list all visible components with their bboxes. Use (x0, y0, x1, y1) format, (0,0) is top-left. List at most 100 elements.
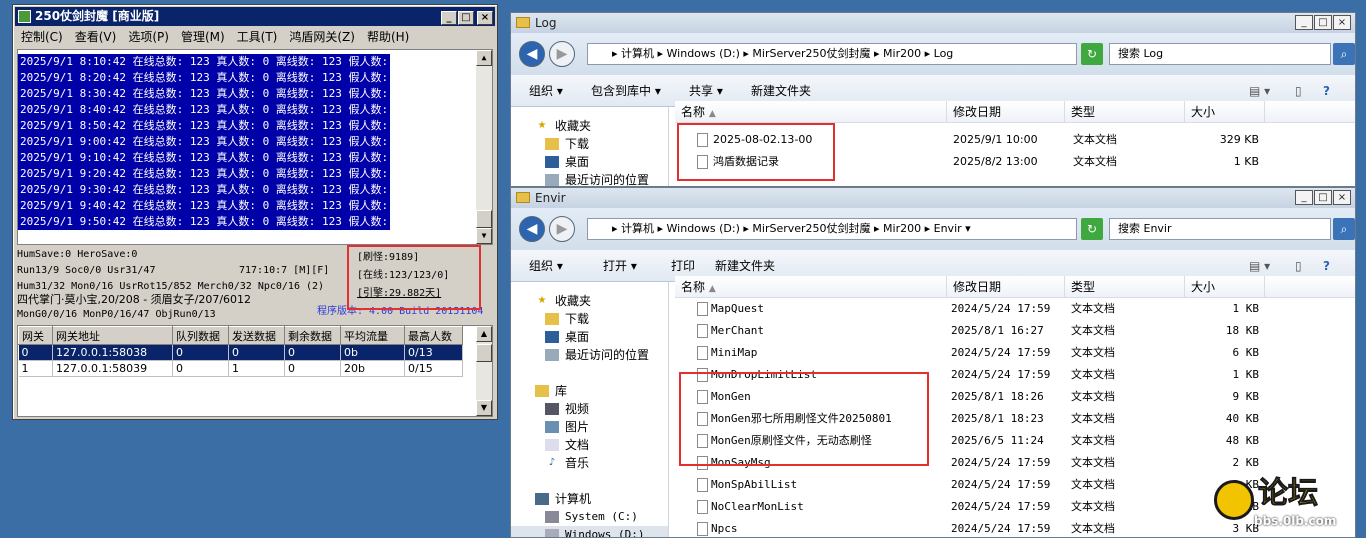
col-queue[interactable]: 队列数据 (172, 326, 229, 345)
close-button[interactable]: × (1333, 15, 1351, 30)
table-row[interactable]: 0 127.0.0.1:58038 0 0 0 0b 0/13 (18, 344, 463, 361)
nav-drive-c[interactable]: System (C:) (511, 508, 668, 526)
file-row[interactable]: MapQuest 2024/5/24 17:59 文本文档 1 KB (675, 298, 1295, 320)
computer-icon (535, 493, 549, 505)
nav-pictures[interactable]: 图片 (511, 418, 668, 436)
col-type[interactable]: 类型 (1065, 101, 1185, 123)
col-date[interactable]: 修改日期 (947, 101, 1065, 123)
col-name[interactable]: 名称 ▲ (675, 101, 947, 123)
col-date[interactable]: 修改日期 (947, 276, 1065, 298)
pictures-icon (545, 421, 559, 433)
file-row[interactable]: MonSpAbilList2024/5/24 17:59文本文档1 KB (675, 474, 1295, 496)
menu-help[interactable]: 帮助(H) (361, 27, 415, 47)
col-size[interactable]: 大小 (1185, 101, 1265, 123)
col-name[interactable]: 名称 ▲ (675, 276, 947, 298)
organize-button[interactable]: 组织 ▾ (529, 75, 563, 107)
address-input[interactable]: ▸ 计算机 ▸ Windows (D:) ▸ MirServer250仗剑封魔 … (587, 43, 1077, 65)
minimize-button[interactable]: _ (1295, 15, 1313, 30)
log-scrollbar[interactable]: ▲ ▼ (476, 50, 492, 244)
col-gateway[interactable]: 网关 (18, 326, 53, 345)
nav-recent[interactable]: 最近访问的位置 (511, 171, 668, 186)
nav-label: 库 (555, 384, 568, 398)
back-icon[interactable]: ◀ (519, 216, 545, 242)
scroll-up-button[interactable]: ▲ (476, 50, 492, 66)
nav-recent[interactable]: 最近访问的位置 (511, 346, 668, 364)
menu-view[interactable]: 查看(V) (69, 27, 123, 47)
file-date: 2025/8/1 18:26 (951, 390, 1044, 403)
col-remaining[interactable]: 剩余数据 (284, 326, 341, 345)
file-row[interactable]: NoClearMonList2024/5/24 17:59文本文档1 KB (675, 496, 1295, 518)
gateway-scrollbar[interactable]: ▲ ▼ (476, 326, 492, 416)
address-input[interactable]: ▸ 计算机 ▸ Windows (D:) ▸ MirServer250仗剑封魔 … (587, 218, 1077, 240)
nav-favorites[interactable]: ★ 收藏夹 (511, 117, 668, 135)
open-button[interactable]: 打开 ▾ (603, 250, 637, 282)
forward-icon[interactable]: ▶ (549, 41, 575, 67)
minimize-button[interactable]: _ (441, 11, 457, 25)
menu-tools[interactable]: 工具(T) (231, 27, 284, 47)
scroll-down-button[interactable]: ▼ (476, 228, 492, 244)
file-date: 2024/5/24 17:59 (951, 500, 1051, 513)
scroll-down-button[interactable]: ▼ (476, 400, 492, 416)
search-input[interactable]: 搜索 Envir (1109, 218, 1331, 240)
nav-desktop[interactable]: 桌面 (511, 328, 668, 346)
sort-asc-icon: ▲ (708, 284, 716, 294)
gateway-table[interactable]: 网关 网关地址 队列数据 发送数据 剩余数据 平均流量 最高人数 0 127.0… (17, 325, 493, 417)
scroll-thumb[interactable] (476, 210, 492, 228)
refresh-icon[interactable]: ↻ (1081, 43, 1103, 65)
nav-libraries[interactable]: 库 (511, 382, 668, 400)
nav-favorites[interactable]: ★ 收藏夹 (511, 292, 668, 310)
app-icon (18, 10, 31, 23)
scroll-thumb[interactable] (476, 344, 492, 362)
maximize-button[interactable]: □ (1314, 15, 1332, 30)
status-mong: MonG0/0/16 MonP0/16/47 ObjRun0/13 (17, 309, 216, 320)
col-sent[interactable]: 发送数据 (228, 326, 285, 345)
minimize-button[interactable]: _ (1295, 190, 1313, 205)
log-list[interactable]: 2025/9/1 8:10:42 在线总数: 123 真人数: 0 离线数: 1… (17, 49, 493, 245)
menu-gateway[interactable]: 鸿盾网关(Z) (283, 27, 361, 47)
col-max-users[interactable]: 最高人数 (404, 326, 463, 345)
col-type[interactable]: 类型 (1065, 276, 1185, 298)
mascot-icon (1214, 480, 1254, 520)
col-address[interactable]: 网关地址 (52, 326, 173, 345)
nav-downloads[interactable]: 下载 (511, 310, 668, 328)
table-row[interactable]: 1 127.0.0.1:58039 0 1 0 20b 0/15 (18, 360, 463, 377)
back-icon[interactable]: ◀ (519, 41, 545, 67)
col-avg-traffic[interactable]: 平均流量 (340, 326, 405, 345)
file-row[interactable]: Npcs 2024/5/24 17:59 文本文档 3 KB (675, 518, 1295, 537)
close-button[interactable]: × (1333, 190, 1351, 205)
search-input[interactable]: 搜索 Log (1109, 43, 1331, 65)
include-library-button[interactable]: 包含到库中 ▾ (591, 75, 661, 107)
log-line: 2025/9/1 9:40:42 在线总数: 123 真人数: 0 离线数: 1… (18, 198, 402, 214)
col-size[interactable]: 大小 (1185, 276, 1265, 298)
menu-control[interactable]: 控制(C) (15, 27, 69, 47)
close-button[interactable]: × (477, 11, 493, 25)
nav-downloads[interactable]: 下载 (511, 135, 668, 153)
maximize-button[interactable]: □ (458, 11, 474, 25)
search-icon[interactable]: ⌕ (1333, 218, 1355, 240)
nav-videos[interactable]: 视频 (511, 400, 668, 418)
refresh-icon[interactable]: ↻ (1081, 218, 1103, 240)
nav-music[interactable]: ♪ 音乐 (511, 454, 668, 472)
file-row[interactable]: MiniMap 2024/5/24 17:59 文本文档 6 KB (675, 342, 1295, 364)
organize-button[interactable]: 组织 ▾ (529, 250, 563, 282)
maximize-button[interactable]: □ (1314, 190, 1332, 205)
downloads-icon (545, 313, 559, 325)
nav-desktop[interactable]: 桌面 (511, 153, 668, 171)
nav-drive-d[interactable]: Windows (D:) (511, 526, 668, 537)
nav-computer[interactable]: 计算机 (511, 490, 668, 508)
file-type: 文本文档 (1071, 368, 1115, 381)
folder-icon (516, 192, 530, 203)
file-date: 2025/6/5 11:24 (951, 434, 1044, 447)
menu-options[interactable]: 选项(P) (122, 27, 175, 47)
file-row[interactable]: MerChant 2025/8/1 16:27 文本文档 18 KB (675, 320, 1295, 342)
envir-title-bar[interactable]: Envir _ □ × (511, 188, 1355, 208)
menu-manage[interactable]: 管理(M) (175, 27, 231, 47)
server-title-bar[interactable]: 250仗剑封魔 [商业版] _ □ × (15, 7, 495, 26)
highlight-box (677, 123, 835, 181)
nav-documents[interactable]: 文档 (511, 436, 668, 454)
explorer-log-window: Log _ □ × ◀ ▶ ▸ 计算机 ▸ Windows (D:) ▸ Mir… (510, 12, 1356, 187)
forward-icon[interactable]: ▶ (549, 216, 575, 242)
search-icon[interactable]: ⌕ (1333, 43, 1355, 65)
log-title-bar[interactable]: Log _ □ × (511, 13, 1355, 33)
scroll-up-button[interactable]: ▲ (476, 326, 492, 342)
